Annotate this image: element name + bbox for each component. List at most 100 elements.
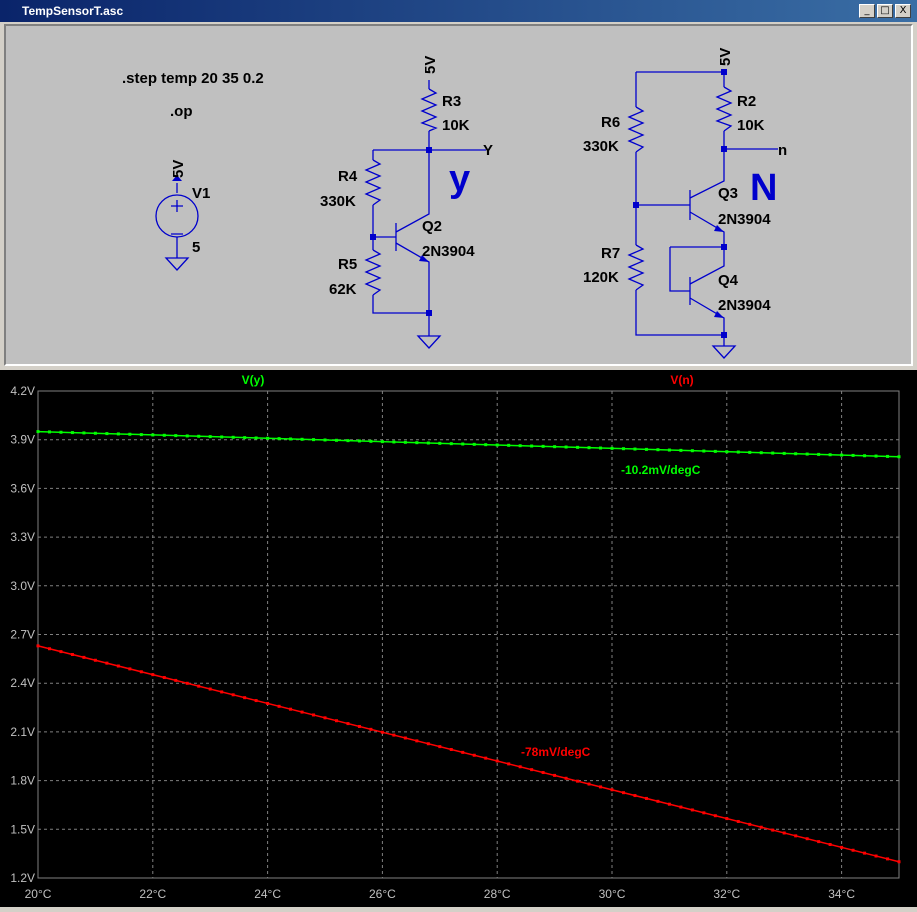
series-point <box>702 811 706 815</box>
series-point <box>346 439 350 443</box>
series-point <box>667 448 671 452</box>
plot-frame <box>37 390 900 879</box>
waveform-plot[interactable]: 20°C 22°C 24°C 26°C 28°C 30°C 32°C 34°C 4.2V 3.9V… <box>0 370 917 907</box>
series-point <box>116 664 120 668</box>
series-point <box>185 681 189 685</box>
x-tick-label: 34°C <box>828 887 855 901</box>
r2-name: R2 <box>737 93 756 110</box>
series-point <box>312 438 316 442</box>
series-point <box>151 433 155 437</box>
series-point <box>541 771 545 775</box>
series-point <box>254 436 258 440</box>
series-point <box>208 435 212 439</box>
series-line <box>37 430 900 458</box>
y-tick-label: 4.2V <box>10 384 35 398</box>
v1-rail-label: 5V <box>170 160 187 178</box>
x-tick-label: 20°C <box>25 887 52 901</box>
series-point <box>725 817 729 821</box>
series-point <box>840 453 844 457</box>
r3-name: R3 <box>442 93 461 110</box>
series-point <box>748 822 752 826</box>
series-point <box>403 736 407 740</box>
series-point <box>794 452 798 456</box>
series-point <box>461 442 465 446</box>
q3-model: 2N3904 <box>718 211 771 228</box>
series-point <box>300 710 304 714</box>
x-tick-label: 30°C <box>599 887 626 901</box>
schematic-drawing: .step temp 20 35 0.2 .op 5V V1 5 5V R3 1… <box>122 48 787 359</box>
series-point <box>369 727 373 731</box>
maximize-button[interactable]: □ <box>877 4 893 18</box>
series-point <box>59 650 63 654</box>
series-point <box>472 442 476 446</box>
y-tick-label: 1.5V <box>10 822 35 836</box>
window-title: TempSensorT.asc <box>22 4 124 18</box>
series-point <box>162 676 166 680</box>
series-point <box>415 441 419 445</box>
q2-model: 2N3904 <box>422 243 475 260</box>
r4-value: 330K <box>320 193 356 210</box>
close-button[interactable]: X <box>895 4 911 18</box>
series-point <box>449 442 453 446</box>
series-line <box>37 645 900 863</box>
r5-value: 62K <box>329 281 357 298</box>
series-point <box>312 713 316 717</box>
series-point <box>713 449 717 453</box>
series-point <box>93 431 97 435</box>
output-n-label: n <box>778 142 787 159</box>
series-point <box>863 454 867 458</box>
series-point <box>323 716 327 720</box>
legend-entry: V(y) <box>242 373 265 387</box>
series-point <box>220 690 224 694</box>
series-point <box>415 739 419 743</box>
schematic-canvas[interactable]: .step temp 20 35 0.2 .op 5V V1 5 5V R3 1… <box>4 24 913 366</box>
minimize-button[interactable]: _ <box>859 4 875 18</box>
series-point <box>82 655 86 659</box>
series-point <box>484 756 488 760</box>
series-point <box>840 845 844 849</box>
y-tick-label: 2.4V <box>10 676 35 690</box>
q4-model: 2N3904 <box>718 297 771 314</box>
series-point <box>599 785 603 789</box>
r7-value: 120K <box>583 269 619 286</box>
series-point <box>748 450 752 454</box>
q4-name: Q4 <box>718 272 739 289</box>
op-directive: .op <box>170 103 193 120</box>
series-point <box>530 444 534 448</box>
series-point <box>667 802 671 806</box>
legend-entry: V(n) <box>670 373 693 387</box>
v1-name: V1 <box>192 185 210 202</box>
series-point <box>59 430 63 434</box>
series-point <box>886 454 890 458</box>
series-point <box>334 719 338 723</box>
series-point <box>805 837 809 841</box>
series-point <box>863 851 867 855</box>
series-point <box>70 431 74 435</box>
series-point <box>599 446 603 450</box>
series-point <box>197 684 201 688</box>
series-point <box>128 432 132 436</box>
series-annotation: -78mV/degC <box>521 745 591 759</box>
series-point <box>702 449 706 453</box>
series-point <box>82 431 86 435</box>
series-point <box>874 454 878 458</box>
right-rail-label: 5V <box>717 48 734 66</box>
r7-name: R7 <box>601 245 620 262</box>
x-tick-label: 24°C <box>254 887 281 901</box>
y-tick-label: 2.1V <box>10 725 35 739</box>
series-point <box>759 825 763 829</box>
series-point <box>139 670 143 674</box>
series-point <box>380 730 384 734</box>
series-point <box>323 438 327 442</box>
series-point <box>679 448 683 452</box>
series-point <box>633 447 637 451</box>
circuit-n-big-label: N <box>750 167 777 209</box>
window-title-bar[interactable]: TempSensorT.asc _ □ X <box>0 0 917 22</box>
x-tick-label: 26°C <box>369 887 396 901</box>
series-point <box>346 722 350 726</box>
series-point <box>438 745 442 749</box>
series-point <box>208 687 212 691</box>
v1-value: 5 <box>192 239 200 256</box>
series-point <box>518 765 522 769</box>
r6-name: R6 <box>601 114 620 131</box>
